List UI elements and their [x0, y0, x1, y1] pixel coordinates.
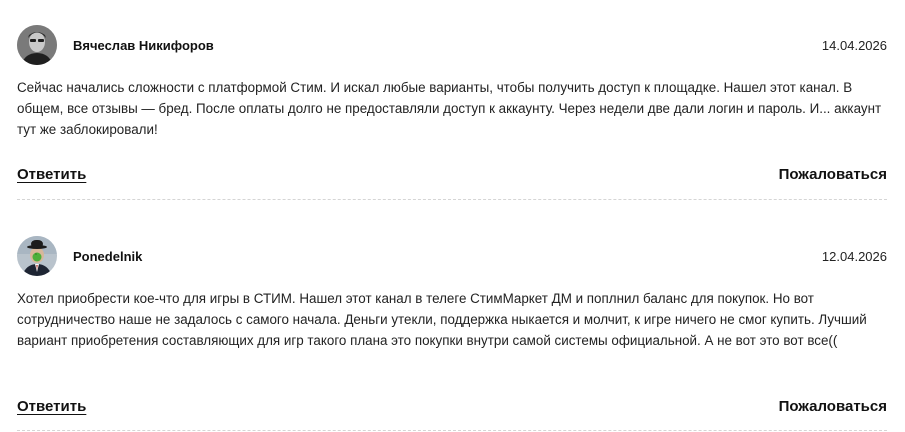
reply-link[interactable]: Ответить: [17, 398, 86, 415]
comment-header: Вячеслав Никифоров 14.04.2026: [17, 25, 887, 65]
comment-item: Ponedelnik 12.04.2026 Хотел приобрести к…: [17, 236, 887, 351]
comment-actions: Ответить Пожаловаться: [17, 398, 887, 420]
reply-link[interactable]: Ответить: [17, 166, 86, 183]
comment-author: Вячеслав Никифоров: [73, 38, 214, 53]
comment-text: Хотел приобрести кое-что для игры в СТИМ…: [17, 291, 867, 348]
avatar: [17, 236, 57, 276]
comment-item: Вячеслав Никифоров 14.04.2026 Сейчас нач…: [17, 25, 887, 140]
avatar: [17, 25, 57, 65]
comment-author: Ponedelnik: [73, 249, 143, 264]
comment-header: Ponedelnik 12.04.2026: [17, 236, 887, 276]
divider: [17, 199, 887, 200]
comment-text: Сейчас начались сложности с платформой С…: [17, 80, 882, 137]
divider: [17, 430, 887, 431]
comment-date: 12.04.2026: [821, 249, 887, 264]
comment-date: 14.04.2026: [821, 38, 887, 53]
report-link[interactable]: Пожаловаться: [779, 398, 887, 415]
report-link[interactable]: Пожаловаться: [779, 166, 887, 183]
comment-actions: Ответить Пожаловаться: [17, 166, 887, 188]
